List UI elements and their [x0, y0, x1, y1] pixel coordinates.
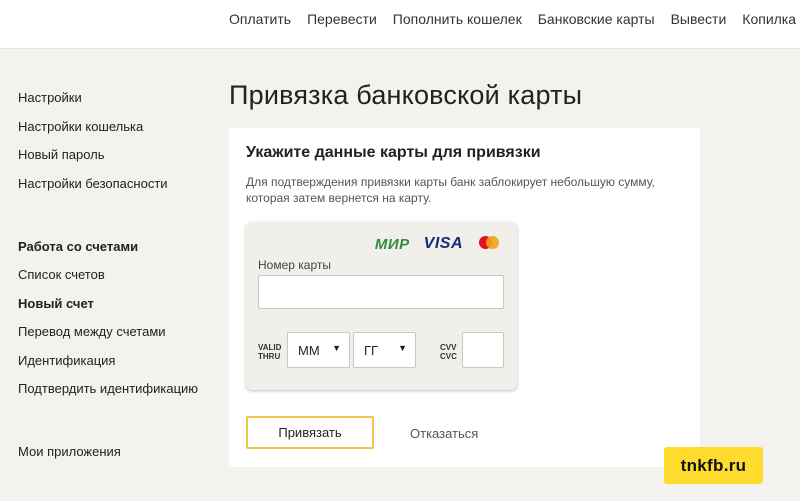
sidebar-item-confirm-identification[interactable]: Подтвердить идентификацию: [18, 381, 198, 396]
valid-thru-label: VALID THRU: [258, 343, 282, 361]
cvv-label: CVV CVC: [440, 343, 457, 361]
card-link-panel: Укажите данные карты для привязки Для по…: [229, 128, 700, 467]
card-number-label: Номер карты: [258, 258, 331, 272]
top-bar: Оплатить Перевести Пополнить кошелек Банков…: [0, 0, 800, 49]
sidebar-item-new-password[interactable]: Новый пароль: [18, 147, 105, 162]
sidebar-item-new-account[interactable]: Новый счет: [18, 296, 94, 311]
cancel-link[interactable]: Отказаться: [410, 426, 478, 441]
nav-withdraw[interactable]: Вывести: [671, 11, 727, 27]
sidebar-item-transfer-between-accounts[interactable]: Перевод между счетами: [18, 324, 166, 339]
nav-bank-cards[interactable]: Банковские карты: [538, 11, 655, 27]
card-number-input[interactable]: [258, 275, 504, 309]
expiry-year-select[interactable]: ГГ ▼: [353, 332, 416, 368]
sidebar-item-identification[interactable]: Идентификация: [18, 353, 115, 368]
sidebar-item-wallet-settings[interactable]: Настройки кошелька: [18, 119, 143, 134]
sidebar-item-security-settings[interactable]: Настройки безопасности: [18, 176, 168, 191]
watermark-logo: tnkfb.ru: [664, 447, 763, 484]
panel-note: Для подтверждения привязки карты банк за…: [246, 175, 655, 205]
cvv-input[interactable]: [462, 332, 504, 368]
sidebar-item-account-list[interactable]: Список счетов: [18, 267, 105, 282]
nav-piggy-bank[interactable]: Копилка: [742, 11, 796, 27]
nav-pay[interactable]: Оплатить: [229, 11, 291, 27]
sidebar-item-my-apps[interactable]: Мои приложения: [18, 444, 121, 459]
sidebar-group-title-accounts: Работа со счетами: [18, 239, 139, 254]
nav-transfer[interactable]: Перевести: [307, 11, 377, 27]
payment-logos: МИР VISA: [375, 234, 501, 254]
mastercard-icon: [477, 234, 501, 254]
page-title: Привязка банковской карты: [229, 80, 583, 110]
chevron-down-icon: ▼: [332, 343, 341, 353]
panel-heading: Укажите данные карты для привязки: [246, 144, 541, 161]
top-navigation: Оплатить Перевести Пополнить кошелек Банков…: [229, 11, 800, 27]
chevron-down-icon: ▼: [398, 343, 407, 353]
nav-top-up-wallet[interactable]: Пополнить кошелек: [393, 11, 522, 27]
sidebar-item-settings[interactable]: Настройки: [18, 90, 82, 105]
expiry-month-select[interactable]: ММ ▼: [287, 332, 350, 368]
mir-logo: МИР: [374, 235, 410, 253]
visa-logo: VISA: [423, 235, 463, 252]
link-card-button[interactable]: Привязать: [246, 416, 374, 449]
card-form: МИР VISA Номер карты VALID THRU ММ ▼ ГГ …: [246, 222, 517, 390]
